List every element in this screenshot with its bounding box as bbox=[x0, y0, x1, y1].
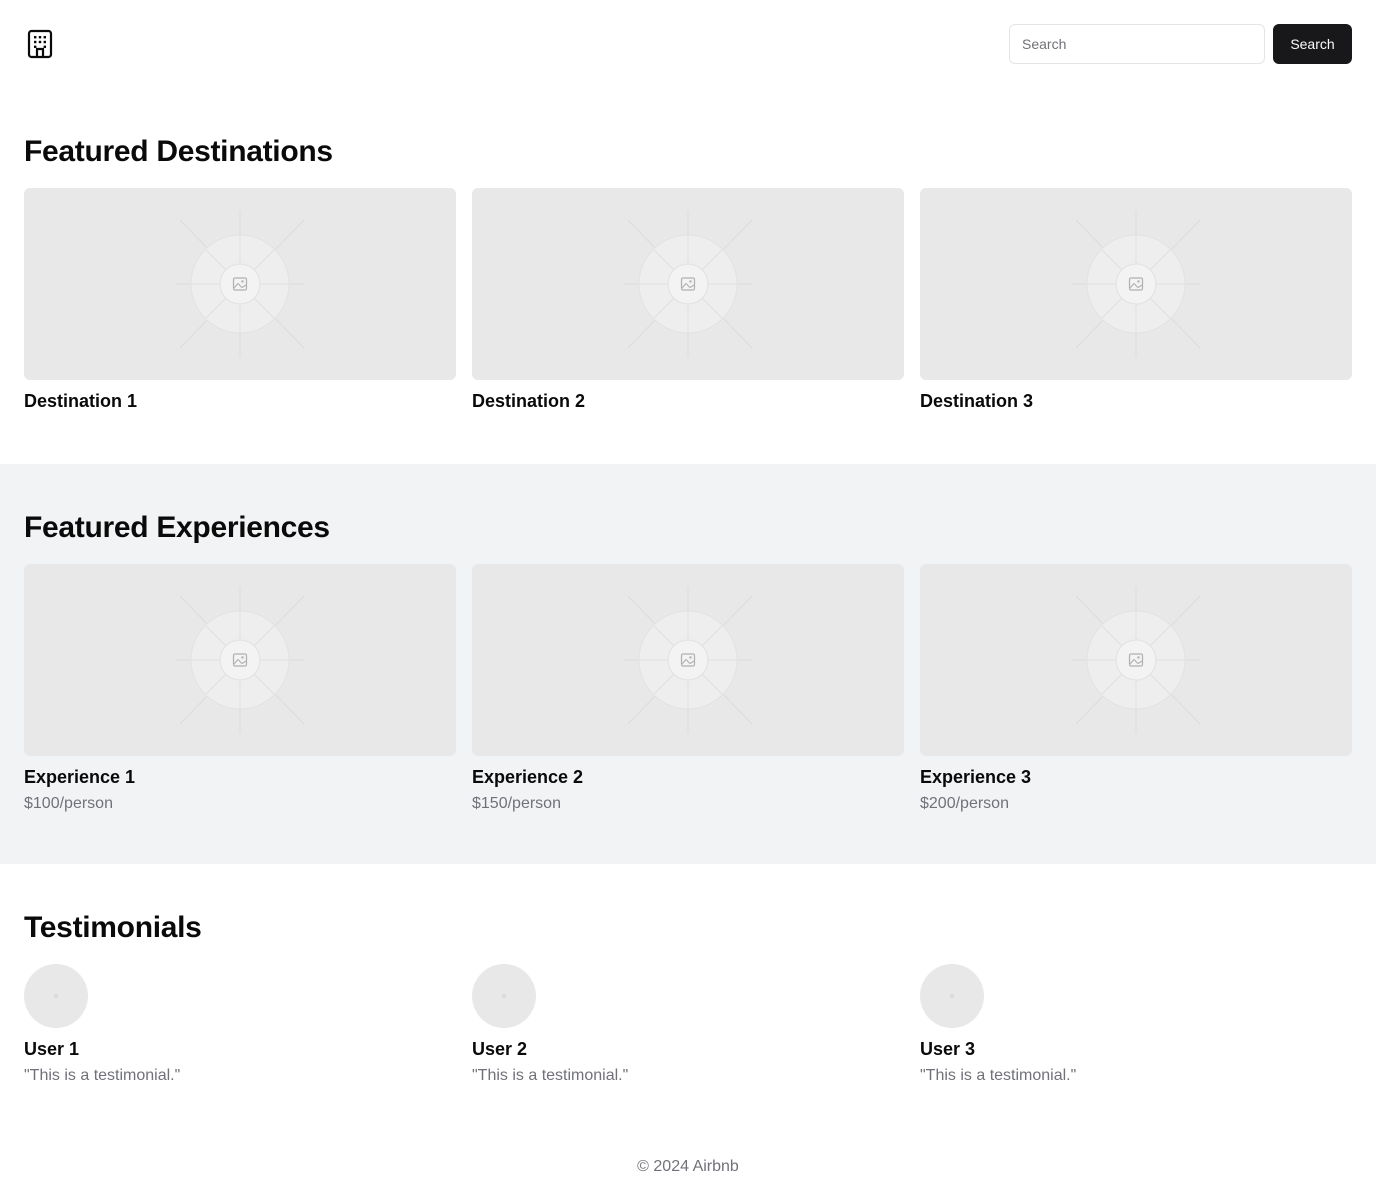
destination-name: Destination 3 bbox=[920, 391, 1034, 411]
testimonials-section: Testimonials User 1 "This is a testimoni… bbox=[0, 864, 1376, 1124]
building-icon[interactable] bbox=[24, 28, 56, 60]
search-input[interactable] bbox=[1009, 24, 1265, 64]
site-header: Search bbox=[0, 0, 1376, 88]
experience-price: $100/person bbox=[24, 795, 113, 812]
testimonial-quote: "This is a testimonial." bbox=[920, 1067, 1077, 1084]
search-button[interactable]: Search bbox=[1273, 24, 1352, 64]
testimonial-user: User 2 bbox=[472, 1039, 528, 1059]
destination-card[interactable]: Destination 2 bbox=[472, 188, 904, 411]
experience-card[interactable]: Experience 1 $100/person bbox=[24, 564, 456, 812]
image-placeholder-icon bbox=[920, 188, 1352, 380]
experience-card[interactable]: Experience 3 $200/person bbox=[920, 564, 1352, 812]
featured-destinations-section: Featured Destinations Destination 1 Dest… bbox=[0, 88, 1376, 464]
image-placeholder-icon bbox=[472, 188, 904, 380]
testimonial-card: User 1 "This is a testimonial." bbox=[24, 964, 456, 1084]
testimonial-quote: "This is a testimonial." bbox=[472, 1067, 629, 1084]
testimonial-card: User 2 "This is a testimonial." bbox=[472, 964, 904, 1084]
testimonial-card: User 3 "This is a testimonial." bbox=[920, 964, 1352, 1084]
copyright-text: © 2024 Airbnb bbox=[637, 1158, 739, 1175]
section-title: Testimonials bbox=[24, 911, 202, 944]
avatar bbox=[472, 964, 536, 1028]
image-placeholder-icon bbox=[24, 564, 456, 756]
section-title: Featured Experiences bbox=[24, 511, 330, 544]
avatar bbox=[920, 964, 984, 1028]
experience-name: Experience 1 bbox=[24, 767, 136, 787]
testimonial-user: User 1 bbox=[24, 1039, 80, 1059]
destination-name: Destination 2 bbox=[472, 391, 586, 411]
destination-card[interactable]: Destination 3 bbox=[920, 188, 1352, 411]
testimonial-user: User 3 bbox=[920, 1039, 976, 1059]
experience-price: $200/person bbox=[920, 795, 1009, 812]
featured-experiences-section: Featured Experiences Experience 1 $100/p… bbox=[0, 464, 1376, 864]
avatar bbox=[24, 964, 88, 1028]
section-title: Featured Destinations bbox=[24, 135, 333, 168]
image-placeholder-icon bbox=[24, 188, 456, 380]
image-placeholder-icon bbox=[920, 564, 1352, 756]
experience-name: Experience 3 bbox=[920, 767, 1032, 787]
destination-name: Destination 1 bbox=[24, 391, 138, 411]
experience-price: $150/person bbox=[472, 795, 561, 812]
destination-card[interactable]: Destination 1 bbox=[24, 188, 456, 411]
testimonial-quote: "This is a testimonial." bbox=[24, 1067, 181, 1084]
experience-name: Experience 2 bbox=[472, 767, 584, 787]
experience-card[interactable]: Experience 2 $150/person bbox=[472, 564, 904, 812]
image-placeholder-icon bbox=[472, 564, 904, 756]
